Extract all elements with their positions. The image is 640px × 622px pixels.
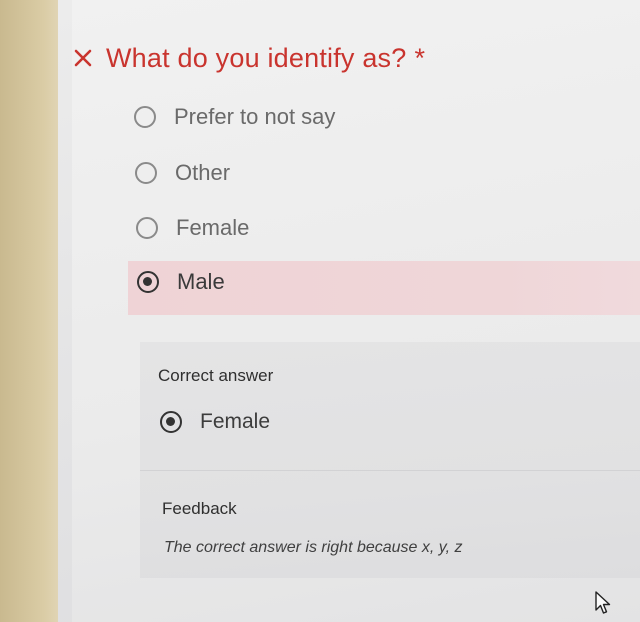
radio-button[interactable]: [134, 106, 156, 128]
radio-button-checked: [160, 411, 182, 433]
option-label: Prefer to not say: [174, 104, 336, 129]
divider: [140, 470, 640, 471]
option-other[interactable]: Other: [135, 151, 230, 195]
question-header: What do you identify as? *: [72, 38, 425, 78]
option-male[interactable]: Male: [137, 260, 225, 304]
option-label: Female: [176, 215, 250, 240]
screen: What do you identify as? * Prefer to not…: [58, 0, 640, 622]
x-icon: [74, 49, 92, 67]
radio-button[interactable]: [136, 217, 158, 239]
question-card: What do you identify as? * Prefer to not…: [72, 0, 640, 622]
option-label: Other: [175, 160, 231, 185]
radio-button-checked[interactable]: [137, 271, 159, 293]
required-marker: *: [414, 42, 425, 73]
correct-answer-label: Female: [200, 410, 271, 433]
option-female[interactable]: Female: [136, 206, 249, 250]
radio-button[interactable]: [135, 162, 157, 184]
option-label: Male: [177, 269, 225, 294]
answer-key-panel: Correct answer Female Feedback The corre…: [140, 342, 640, 578]
mouse-cursor-icon: [595, 591, 611, 614]
feedback-heading: Feedback: [162, 499, 237, 518]
correct-answer-heading: Correct answer: [158, 366, 274, 385]
feedback-text: The correct answer is right because x, y…: [164, 539, 463, 556]
option-prefer-not-to-say[interactable]: Prefer to not say: [134, 95, 335, 139]
question-title: What do you identify as?: [106, 42, 407, 73]
correct-answer-option: Female: [160, 402, 270, 442]
